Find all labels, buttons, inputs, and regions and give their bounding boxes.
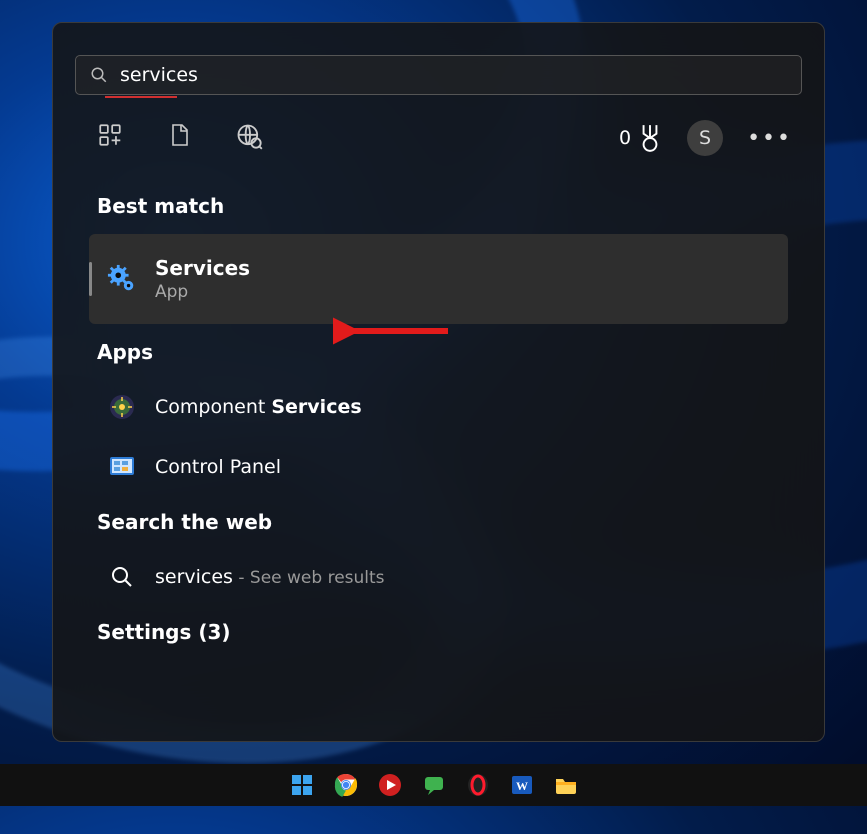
app-result-component-services[interactable]: Component Services: [89, 380, 788, 434]
taskbar-chrome-icon[interactable]: [331, 770, 361, 800]
rewards-count: 0: [619, 127, 631, 149]
documents-filter-icon[interactable]: [167, 122, 191, 154]
taskbar-media-icon[interactable]: [375, 770, 405, 800]
filter-row: 0 S •••: [75, 98, 802, 178]
result-subtitle: App: [155, 282, 250, 302]
app-result-label: Component Services: [155, 396, 362, 418]
search-icon: [107, 562, 137, 592]
section-web: Search the web: [97, 510, 802, 534]
more-options-button[interactable]: •••: [747, 126, 792, 151]
taskbar: W: [0, 764, 867, 806]
search-icon: [90, 66, 108, 84]
search-input[interactable]: [120, 64, 787, 86]
control-panel-icon: [107, 452, 137, 482]
app-result-label: Control Panel: [155, 456, 281, 478]
taskbar-word-icon[interactable]: W: [507, 770, 537, 800]
section-settings: Settings (3): [97, 620, 802, 644]
app-result-control-panel[interactable]: Control Panel: [89, 440, 788, 494]
taskbar-start-button[interactable]: [287, 770, 317, 800]
rewards-badge[interactable]: 0: [619, 123, 663, 153]
user-avatar[interactable]: S: [687, 120, 723, 156]
medal-icon: [637, 123, 663, 153]
gears-icon: [107, 264, 137, 294]
start-search-panel: 0 S ••• Best match Services App Apps Com…: [52, 22, 825, 742]
best-match-result[interactable]: Services App: [89, 234, 788, 324]
taskbar-explorer-icon[interactable]: [551, 770, 581, 800]
svg-text:W: W: [516, 779, 528, 793]
search-box[interactable]: [75, 55, 802, 95]
taskbar-opera-icon[interactable]: [463, 770, 493, 800]
section-best-match: Best match: [97, 194, 802, 218]
component-services-icon: [107, 392, 137, 422]
avatar-letter: S: [699, 127, 711, 149]
apps-filter-icon[interactable]: [97, 122, 123, 154]
web-filter-icon[interactable]: [235, 122, 263, 154]
web-result-label: services - See web results: [155, 566, 385, 588]
result-title: Services: [155, 256, 250, 280]
taskbar-chat-icon[interactable]: [419, 770, 449, 800]
section-apps: Apps: [97, 340, 802, 364]
web-result[interactable]: services - See web results: [89, 550, 788, 604]
